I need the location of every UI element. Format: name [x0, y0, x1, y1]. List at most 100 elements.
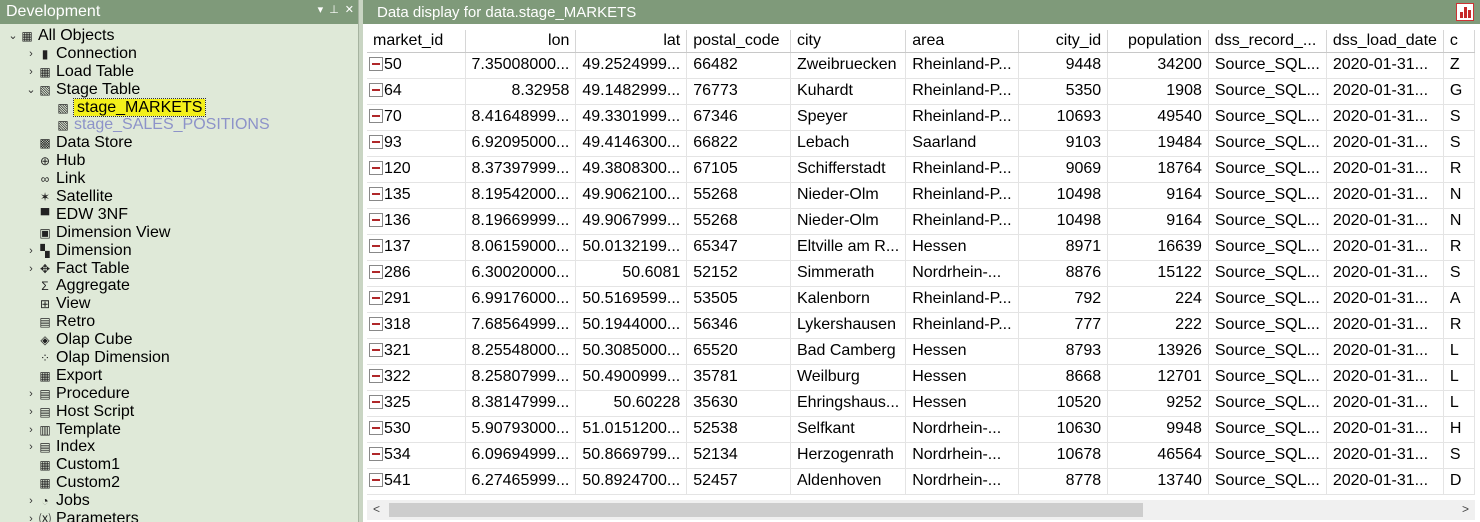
table-cell[interactable]: 530: [367, 416, 466, 443]
table-cell[interactable]: 8.25548000...: [465, 338, 577, 365]
table-cell[interactable]: Source_SQL...: [1208, 208, 1327, 235]
table-cell[interactable]: Source_SQL...: [1208, 390, 1327, 417]
table-cell[interactable]: Kuhardt: [790, 78, 907, 105]
table-cell[interactable]: 65347: [686, 234, 791, 261]
table-cell[interactable]: 66822: [686, 130, 791, 157]
table-cell[interactable]: 222: [1107, 312, 1209, 339]
table-cell[interactable]: 65520: [686, 338, 791, 365]
table-cell[interactable]: 8.37397999...: [465, 156, 577, 183]
table-cell[interactable]: Source_SQL...: [1208, 338, 1327, 365]
table-row[interactable]: 534 6.09694999... 50.8669799... 52134 Herzog…: [367, 442, 1475, 469]
table-cell[interactable]: 8.19542000...: [465, 182, 577, 209]
tree-item-hub[interactable]: ⊕ Hub: [0, 152, 358, 170]
table-cell[interactable]: 777: [1018, 312, 1109, 339]
table-cell[interactable]: 50.3085000...: [575, 338, 688, 365]
table-cell[interactable]: 8.32958: [465, 78, 577, 105]
table-cell[interactable]: Hessen: [905, 364, 1019, 391]
table-cell[interactable]: 12701: [1107, 364, 1209, 391]
table-cell[interactable]: Rheinland-P...: [905, 52, 1019, 79]
pane-menu-icon[interactable]: ▾: [318, 3, 324, 16]
table-cell[interactable]: 325: [367, 390, 466, 417]
table-cell[interactable]: 76773: [686, 78, 791, 105]
table-cell[interactable]: L: [1443, 364, 1475, 391]
table-row[interactable]: 291 6.99176000... 50.5169599... 53505 Kalenb…: [367, 286, 1475, 313]
table-cell[interactable]: 55268: [686, 182, 791, 209]
table-cell[interactable]: 2020-01-31...: [1326, 104, 1444, 131]
table-cell[interactable]: 10693: [1018, 104, 1109, 131]
tree-item-edw-3nf[interactable]: ▀ EDW 3NF: [0, 206, 358, 224]
table-cell[interactable]: Zweibruecken: [790, 52, 907, 79]
tree-item-connection[interactable]: › ▮ Connection: [0, 45, 358, 63]
table-row[interactable]: 120 8.37397999... 49.3808300... 67105 Schiff…: [367, 156, 1475, 183]
table-cell[interactable]: 67346: [686, 104, 791, 131]
table-cell[interactable]: Source_SQL...: [1208, 234, 1327, 261]
collapsed-chevron-icon[interactable]: ›: [24, 512, 38, 522]
table-cell[interactable]: S: [1443, 442, 1475, 469]
table-cell[interactable]: 52134: [686, 442, 791, 469]
table-cell[interactable]: 8.25807999...: [465, 364, 577, 391]
table-cell[interactable]: 8.06159000...: [465, 234, 577, 261]
table-cell[interactable]: 49.1482999...: [575, 78, 688, 105]
table-cell[interactable]: 50: [367, 52, 466, 79]
column-header[interactable]: lon: [465, 30, 577, 53]
table-cell[interactable]: Source_SQL...: [1208, 442, 1327, 469]
collapsed-chevron-icon[interactable]: ›: [24, 440, 38, 454]
table-row[interactable]: 541 6.27465999... 50.8924700... 52457 Aldenh…: [367, 468, 1475, 495]
table-cell[interactable]: 286: [367, 260, 466, 287]
table-cell[interactable]: 792: [1018, 286, 1109, 313]
table-row[interactable]: 318 7.68564999... 50.1944000... 56346 Lykers…: [367, 312, 1475, 339]
table-cell[interactable]: 8971: [1018, 234, 1109, 261]
table-cell[interactable]: Eltville am R...: [790, 234, 907, 261]
table-cell[interactable]: 67105: [686, 156, 791, 183]
table-cell[interactable]: 6.30020000...: [465, 260, 577, 287]
table-row[interactable]: 325 8.38147999... 50.60228 35630 Ehringshaus…: [367, 390, 1475, 417]
table-cell[interactable]: 8876: [1018, 260, 1109, 287]
tree-item-view[interactable]: ⊞ View: [0, 295, 358, 313]
table-cell[interactable]: 9164: [1107, 182, 1209, 209]
table-cell[interactable]: 2020-01-31...: [1326, 364, 1444, 391]
table-cell[interactable]: Source_SQL...: [1208, 260, 1327, 287]
table-cell[interactable]: S: [1443, 260, 1475, 287]
table-cell[interactable]: 49.3301999...: [575, 104, 688, 131]
table-cell[interactable]: 50.4900999...: [575, 364, 688, 391]
table-cell[interactable]: 49.2524999...: [575, 52, 688, 79]
table-row[interactable]: 135 8.19542000... 49.9062100... 55268 Nieder…: [367, 182, 1475, 209]
table-row[interactable]: 530 5.90793000... 51.0151200... 52538 Selfka…: [367, 416, 1475, 443]
tree-item-satellite[interactable]: ✶ Satellite: [0, 188, 358, 206]
table-cell[interactable]: Rheinland-P...: [905, 104, 1019, 131]
tree-item-index[interactable]: › ▤ Index: [0, 438, 358, 456]
tree-item-custom2[interactable]: ▦ Custom2: [0, 474, 358, 492]
table-cell[interactable]: 534: [367, 442, 466, 469]
table-cell[interactable]: R: [1443, 312, 1475, 339]
table-cell[interactable]: Selfkant: [790, 416, 907, 443]
table-cell[interactable]: N: [1443, 208, 1475, 235]
collapsed-chevron-icon[interactable]: ›: [24, 405, 38, 419]
table-cell[interactable]: 5.90793000...: [465, 416, 577, 443]
table-cell[interactable]: 1908: [1107, 78, 1209, 105]
table-cell[interactable]: 6.27465999...: [465, 468, 577, 495]
table-cell[interactable]: Source_SQL...: [1208, 416, 1327, 443]
table-cell[interactable]: 16639: [1107, 234, 1209, 261]
table-cell[interactable]: Lykershausen: [790, 312, 907, 339]
table-cell[interactable]: 137: [367, 234, 466, 261]
table-cell[interactable]: 120: [367, 156, 466, 183]
table-cell[interactable]: Rheinland-P...: [905, 182, 1019, 209]
table-row[interactable]: 70 8.41648999... 49.3301999... 67346 Speyer R…: [367, 104, 1475, 131]
table-cell[interactable]: 34200: [1107, 52, 1209, 79]
table-cell[interactable]: 291: [367, 286, 466, 313]
table-cell[interactable]: 15122: [1107, 260, 1209, 287]
horizontal-scrollbar[interactable]: < >: [367, 500, 1475, 520]
table-cell[interactable]: A: [1443, 286, 1475, 313]
tree-item-all-objects[interactable]: ⌄ ▦ All Objects: [0, 27, 358, 45]
table-cell[interactable]: Hessen: [905, 338, 1019, 365]
table-cell[interactable]: Nordrhein-...: [905, 260, 1019, 287]
collapsed-chevron-icon[interactable]: ›: [24, 494, 38, 508]
tree-item-export[interactable]: ▦ Export: [0, 367, 358, 385]
table-cell[interactable]: 2020-01-31...: [1326, 156, 1444, 183]
column-header[interactable]: market_id: [367, 30, 466, 53]
table-cell[interactable]: 13740: [1107, 468, 1209, 495]
table-cell[interactable]: Ehringshaus...: [790, 390, 907, 417]
table-cell[interactable]: Source_SQL...: [1208, 156, 1327, 183]
table-cell[interactable]: 52457: [686, 468, 791, 495]
table-cell[interactable]: 53505: [686, 286, 791, 313]
